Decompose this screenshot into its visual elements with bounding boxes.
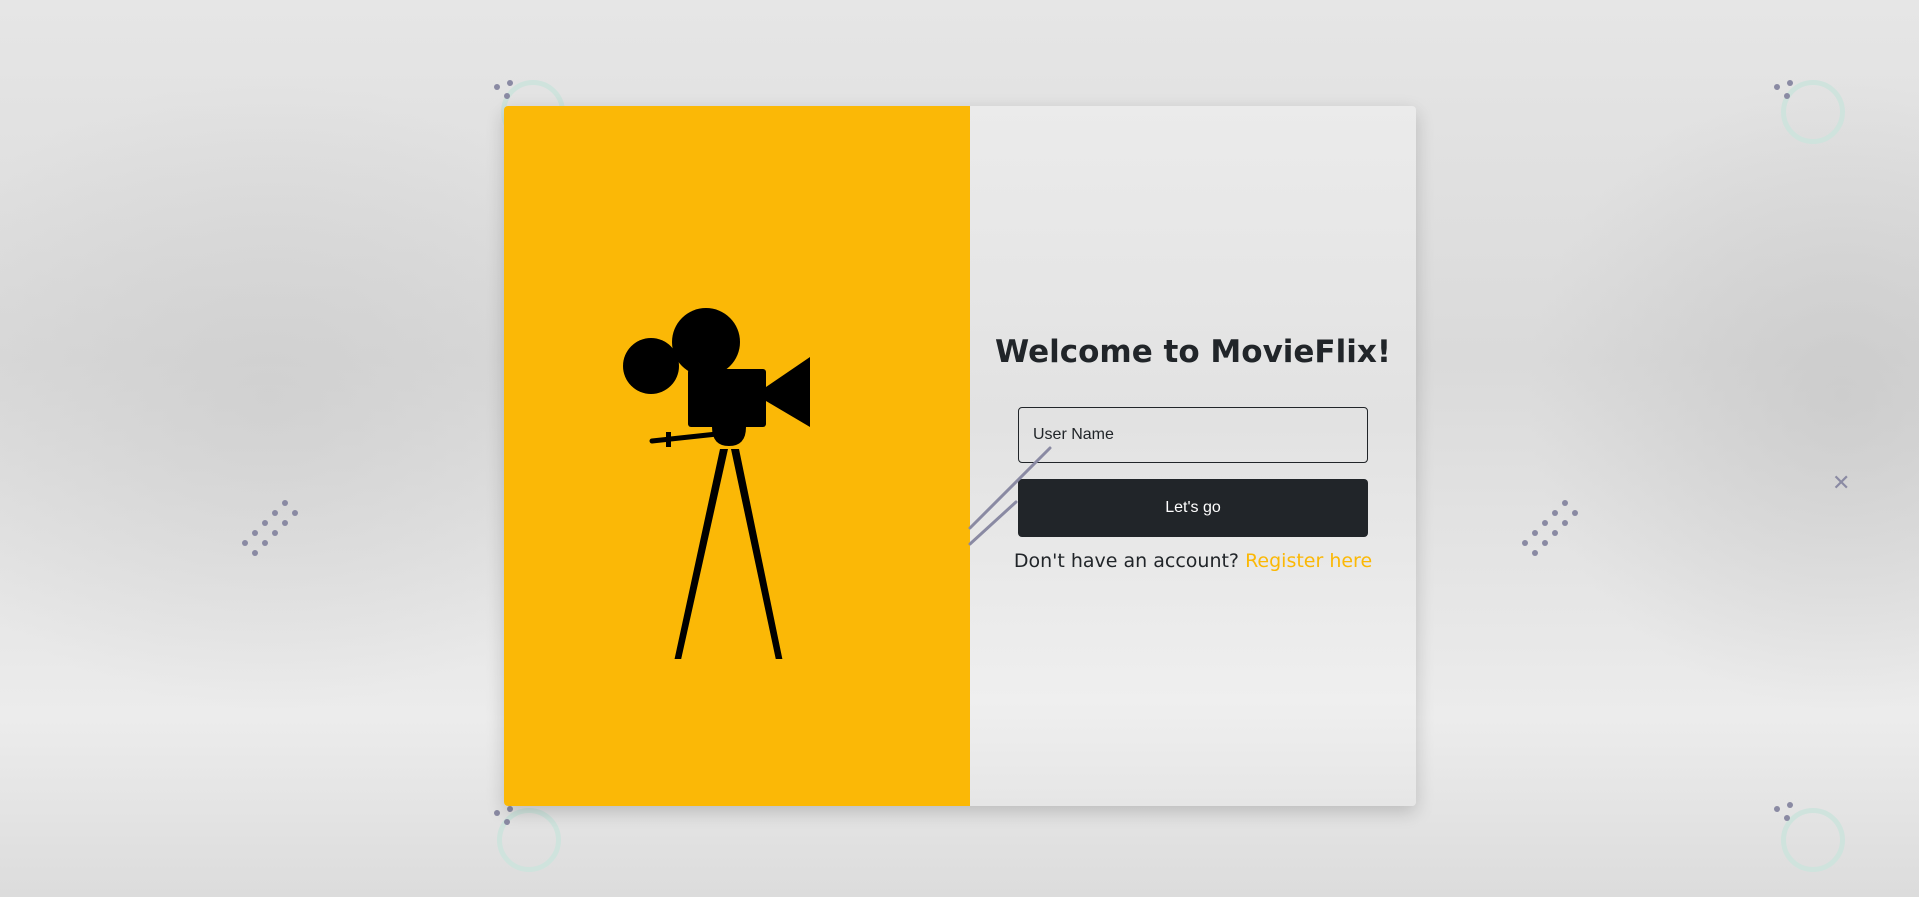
- stroke-decoration: [968, 446, 1052, 546]
- dots-decoration: [1771, 802, 1797, 828]
- dots-decoration: [491, 806, 517, 832]
- dots-decoration: [491, 80, 517, 106]
- register-link[interactable]: Register here: [1245, 550, 1372, 572]
- register-prompt-text: Don't have an account?: [1013, 550, 1240, 572]
- dots-decoration: [242, 498, 302, 558]
- dots-decoration: [1771, 80, 1797, 106]
- movie-camera-on-tripod-icon: [623, 308, 810, 659]
- page-title: Welcome to MovieFlix!: [994, 334, 1391, 370]
- register-prompt: Don't have an account? Register here: [970, 550, 1416, 572]
- dots-decoration: [1522, 498, 1582, 558]
- illustration-panel: [504, 106, 970, 806]
- cross-decoration: ✕: [1832, 471, 1851, 496]
- login-card: Welcome to MovieFlix! Let's go Don't hav…: [504, 106, 1416, 806]
